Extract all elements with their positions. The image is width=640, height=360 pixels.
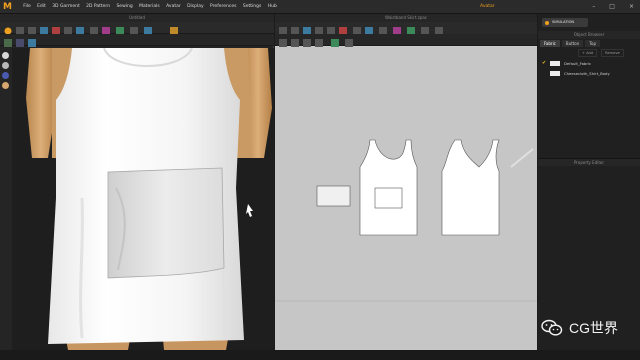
fabric-list-item[interactable]: Cheesecloth_Shirt_Body — [542, 68, 636, 78]
status-bar — [0, 350, 640, 360]
right-panel: SIMULATION Object Browser Fabric Button … — [538, 14, 640, 350]
topstitch-icon[interactable] — [303, 39, 311, 47]
object-browser-tabs: Fabric Button Top — [540, 40, 601, 47]
close-icon[interactable]: × — [629, 0, 634, 14]
measure-icon[interactable] — [345, 39, 353, 47]
2d-toolbar — [275, 22, 537, 35]
minimize-icon[interactable]: – — [592, 0, 595, 14]
menu-items: File Edit 3D Garment 2D Pattern Sewing M… — [20, 0, 280, 14]
3d-scene[interactable] — [12, 48, 274, 350]
fabric-swatch — [550, 60, 560, 66]
back-bodice-pattern-piece[interactable] — [441, 139, 500, 236]
fabric-name: Cheesecloth_Shirt_Body — [564, 70, 610, 76]
menu-hub[interactable]: Hub — [265, 0, 280, 14]
garment-display-icon[interactable] — [2, 62, 9, 69]
mouse-cursor — [246, 204, 253, 217]
2d-pattern-board[interactable] — [275, 47, 537, 350]
garment-fold — [79, 197, 84, 339]
watermark: CG世界 — [541, 318, 618, 338]
2d-toolbar-secondary — [275, 34, 537, 47]
mode-label[interactable]: Avatar — [480, 0, 495, 14]
render-mode-icon[interactable] — [28, 39, 36, 47]
menu-edit[interactable]: Edit — [34, 0, 49, 14]
menu-bar: M File Edit 3D Garment 2D Pattern Sewing… — [0, 0, 640, 14]
menu-preferences[interactable]: Preferences — [207, 0, 240, 14]
front-bodice-pattern-piece[interactable] — [359, 139, 418, 236]
tab-fabric[interactable]: Fabric — [540, 40, 560, 47]
3d-toolbar-secondary — [0, 34, 274, 47]
logo-icon[interactable]: M — [3, 2, 13, 12]
notch-icon[interactable] — [279, 39, 287, 47]
3d-garment-window: Untitled — [0, 14, 274, 350]
avatar-left-arm — [26, 48, 56, 158]
simulation-button[interactable]: SIMULATION — [542, 18, 588, 27]
3d-side-tools — [0, 48, 12, 350]
trace-icon[interactable] — [331, 39, 339, 47]
fabric-list: ✔ Default_Fabric Cheesecloth_Shirt_Body — [542, 58, 636, 78]
pattern-pieces[interactable] — [275, 47, 537, 350]
fabric-name: Default_Fabric — [564, 60, 592, 66]
fold-arrangement-icon[interactable] — [315, 39, 323, 47]
simulation-label: SIMULATION — [552, 20, 575, 24]
2d-window-title: Waistband Skirt.zpac — [275, 14, 537, 22]
pleat-icon[interactable] — [291, 39, 299, 47]
wechat-icon — [541, 319, 563, 336]
object-browser-actions: + Add Remove — [578, 49, 624, 57]
view-front-icon[interactable] — [4, 39, 12, 47]
window-controls: – □ × — [592, 0, 634, 14]
board-arrow — [510, 148, 534, 168]
texture-display-icon[interactable] — [2, 72, 9, 79]
add-fabric-button[interactable]: + Add — [578, 49, 598, 57]
2d-pattern-window: Waistband Skirt.zpac — [275, 14, 537, 350]
check-icon: ✔ — [542, 60, 547, 66]
menu-avatar[interactable]: Avatar — [163, 0, 184, 14]
3d-window-title: Untitled — [0, 14, 274, 22]
3d-avatar-garment[interactable] — [12, 48, 274, 350]
skin-display-icon[interactable] — [2, 82, 9, 89]
avatar-display-icon[interactable] — [2, 52, 9, 59]
menu-sewing[interactable]: Sewing — [113, 0, 136, 14]
object-browser-title: Object Browser — [538, 31, 640, 39]
maximize-icon[interactable]: □ — [609, 0, 615, 14]
menu-materials[interactable]: Materials — [136, 0, 163, 14]
watermark-text: CG世界 — [569, 320, 618, 336]
simulation-icon — [545, 20, 549, 25]
menu-file[interactable]: File — [20, 0, 34, 14]
view-back-icon[interactable] — [16, 39, 24, 47]
menu-settings[interactable]: Settings — [240, 0, 265, 14]
fabric-swatch — [550, 70, 560, 76]
property-editor-title: Property Editor — [538, 158, 640, 166]
fabric-list-item[interactable]: ✔ Default_Fabric — [542, 58, 636, 68]
tab-top[interactable]: Top — [585, 40, 601, 47]
menu-display[interactable]: Display — [184, 0, 207, 14]
3d-toolbar — [0, 22, 274, 35]
remove-fabric-button[interactable]: Remove — [601, 49, 624, 57]
tab-button[interactable]: Button — [561, 40, 584, 47]
pocket-pattern-piece[interactable] — [316, 185, 351, 207]
menu-3d-garment[interactable]: 3D Garment — [49, 0, 83, 14]
menu-2d-pattern[interactable]: 2D Pattern — [83, 0, 113, 14]
